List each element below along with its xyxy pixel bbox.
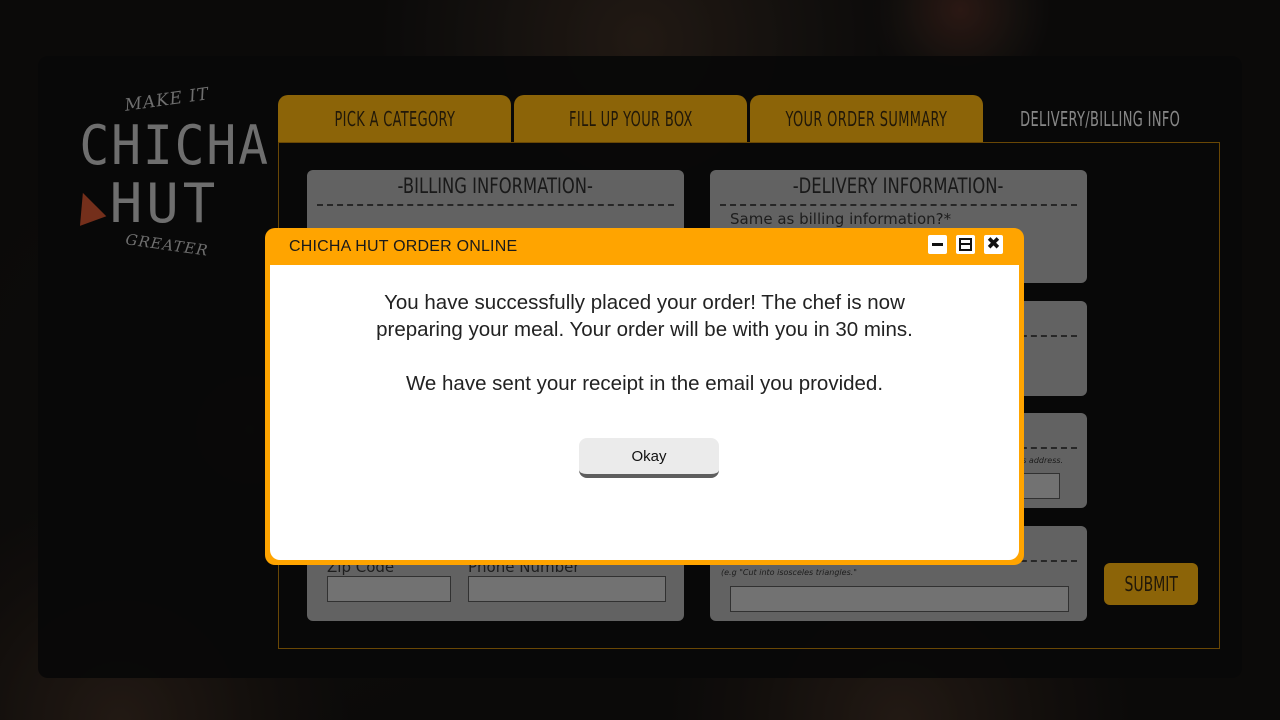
- dialog-titlebar[interactable]: CHICHA HUT ORDER ONLINE ✖: [265, 228, 1024, 264]
- maximize-button[interactable]: [956, 235, 975, 254]
- success-message: You have successfully placed your order!…: [270, 289, 1019, 343]
- okay-button[interactable]: Okay: [579, 438, 719, 478]
- maximize-icon: [959, 238, 972, 251]
- dialog-body: You have successfully placed your order!…: [270, 265, 1019, 560]
- close-button[interactable]: ✖: [984, 235, 1003, 254]
- minimize-button[interactable]: [928, 235, 947, 254]
- dialog-title: CHICHA HUT ORDER ONLINE: [289, 238, 518, 255]
- order-confirmation-dialog: CHICHA HUT ORDER ONLINE ✖ You have succe…: [265, 228, 1024, 565]
- receipt-message: We have sent your receipt in the email y…: [405, 372, 884, 395]
- close-icon: ✖: [986, 234, 1001, 254]
- minimize-icon: [932, 243, 943, 246]
- success-message-line1: You have successfully placed your order!…: [384, 291, 905, 314]
- success-message-line2: preparing your meal. Your order will be …: [376, 318, 913, 341]
